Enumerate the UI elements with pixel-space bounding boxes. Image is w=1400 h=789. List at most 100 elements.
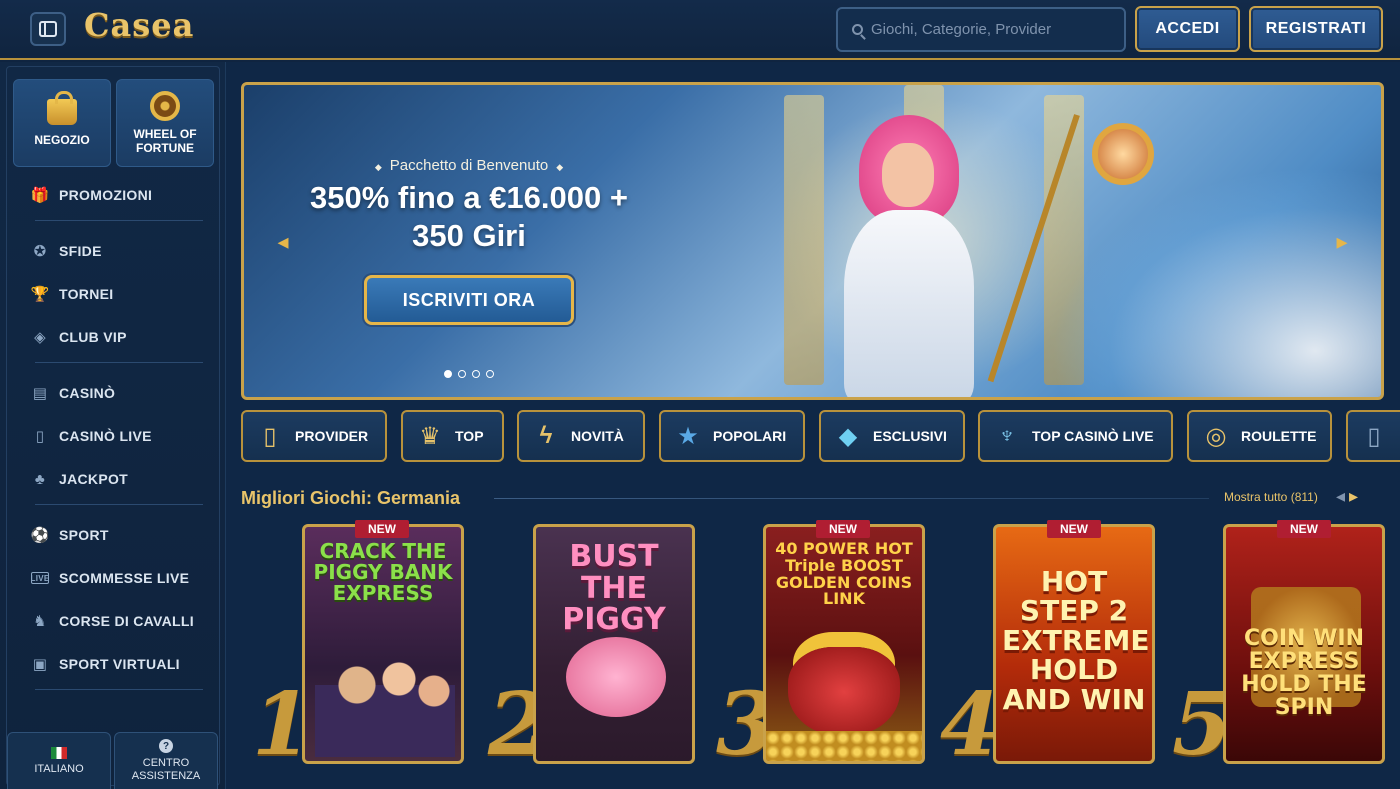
- banner-headline: 350% fino a €16.000 + 350 Giri: [310, 180, 628, 253]
- sidebar-item-label: SPORT: [59, 527, 109, 543]
- rank-number: 4: [940, 674, 1000, 775]
- pot-artwork: [788, 647, 900, 737]
- login-button[interactable]: ACCEDI: [1135, 6, 1240, 52]
- sidebar-item-casino[interactable]: ▤ CASINÒ: [31, 381, 115, 405]
- game-title: BUST THE PIGGY: [562, 539, 666, 637]
- piggy-artwork: [566, 637, 666, 717]
- search-icon: [852, 24, 863, 35]
- shopping-bag-icon: [47, 91, 77, 125]
- divider: [35, 689, 203, 690]
- sidebar-item-label: CLUB VIP: [59, 329, 127, 345]
- category-top-casino-live[interactable]: ♆ TOP CASINÒ LIVE: [978, 410, 1173, 462]
- category-label: TOP CASINÒ LIVE: [1032, 428, 1154, 444]
- pagination-dot[interactable]: [458, 370, 466, 378]
- next-arrow-icon[interactable]: ▸: [1349, 486, 1358, 507]
- sidebar-item-label: SFIDE: [59, 243, 102, 259]
- category-provider[interactable]: ▯ PROVIDER: [241, 410, 387, 462]
- slot-machine-icon: ▤: [32, 385, 48, 402]
- game-card[interactable]: HOT STEP 2 EXTREME HOLD AND WIN: [993, 524, 1155, 764]
- top-header: Casea ACCEDI REGISTRATI: [0, 0, 1400, 60]
- pagination-dot[interactable]: [472, 370, 480, 378]
- sidebar-item-sport-virtuali[interactable]: ▣ SPORT VIRTUALI: [31, 652, 180, 676]
- diamond-icon: ◈: [34, 329, 46, 346]
- ball-icon: ⚽: [30, 527, 50, 544]
- wheel-label: WHEEL OF FORTUNE: [133, 127, 197, 155]
- staff-orb: [1092, 123, 1154, 185]
- previous-arrow-icon[interactable]: ◂: [1336, 486, 1345, 507]
- game-card[interactable]: CRACK THE PIGGY BANK EXPRESS: [302, 524, 464, 764]
- divider: [35, 504, 203, 505]
- clover-icon: ♣: [34, 470, 46, 488]
- sidebar-item-sport[interactable]: ⚽ SPORT: [31, 523, 109, 547]
- sidebar-item-club-vip[interactable]: ◈ CLUB VIP: [31, 325, 127, 349]
- category-novita[interactable]: ϟ NOVITÀ: [517, 410, 645, 462]
- star-icon: ★: [677, 422, 699, 450]
- shop-label: NEGOZIO: [34, 133, 90, 147]
- search-input[interactable]: [871, 21, 1111, 38]
- sidebar-panel: NEGOZIO WHEEL OF FORTUNE 🎁 PROMOZIONI ✪ …: [6, 66, 220, 786]
- trophy-icon: 🏆: [30, 286, 50, 303]
- sidebar-item-corse-di-cavalli[interactable]: ♞ CORSE DI CAVALLI: [31, 609, 194, 633]
- banner-next-arrow-icon[interactable]: ▸: [1327, 229, 1357, 254]
- wheel-of-fortune-tile[interactable]: WHEEL OF FORTUNE: [116, 79, 214, 167]
- divider: [35, 220, 203, 221]
- game-card[interactable]: BUST THE PIGGY: [533, 524, 695, 764]
- show-all-link[interactable]: Mostra tutto (811): [1224, 490, 1318, 504]
- sidebar-item-casino-live[interactable]: ▯ CASINÒ LIVE: [31, 424, 152, 448]
- sidebar-item-label: TORNEI: [59, 286, 114, 302]
- new-badge: NEW: [1277, 520, 1331, 538]
- category-label: ESCLUSIVI: [873, 428, 947, 444]
- sidebar-item-promozioni[interactable]: 🎁 PROMOZIONI: [31, 183, 152, 207]
- sidebar-toggle-button[interactable]: [30, 12, 66, 46]
- category-label: ROULETTE: [1241, 428, 1317, 444]
- pagination-dot[interactable]: [444, 370, 452, 378]
- section-title: Migliori Giochi: Germania: [241, 488, 461, 508]
- wheel-icon: [150, 91, 180, 121]
- section-divider: [494, 498, 1209, 499]
- gift-icon: 🎁: [30, 187, 50, 204]
- sidebar-item-sfide[interactable]: ✪ SFIDE: [31, 239, 102, 263]
- category-label: TOP: [455, 428, 484, 444]
- category-more[interactable]: ▯: [1346, 410, 1400, 462]
- sidebar-item-label: CORSE DI CAVALLI: [59, 613, 194, 629]
- signup-now-button[interactable]: ISCRIVITI ORA: [364, 275, 574, 325]
- language-label: ITALIANO: [34, 762, 84, 775]
- section-navigation: ◂ ▸: [1336, 486, 1358, 507]
- category-top[interactable]: ♛ TOP: [401, 410, 504, 462]
- crown-icon: ♛: [419, 422, 441, 450]
- category-popolari[interactable]: ★ POPOLARI: [659, 410, 805, 462]
- game-card[interactable]: COIN WIN EXPRESS HOLD THE SPIN: [1223, 524, 1385, 764]
- casea-logo[interactable]: Casea: [84, 6, 194, 44]
- sidebar-item-label: JACKPOT: [59, 471, 128, 487]
- category-roulette[interactable]: ◎ ROULETTE: [1187, 410, 1332, 462]
- category-label: POPOLARI: [713, 428, 787, 444]
- promo-banner[interactable]: Pacchetto di Benvenuto 350% fino a €16.0…: [241, 82, 1384, 400]
- pagination-dot[interactable]: [486, 370, 494, 378]
- gem-icon: ◆: [838, 422, 858, 450]
- sidebar-item-scommesse-live[interactable]: LIVE SCOMMESSE LIVE: [31, 566, 189, 590]
- game-card[interactable]: 40 POWER HOT Triple BOOST GOLDEN COINS L…: [763, 524, 925, 764]
- roulette-icon: ◎: [1205, 422, 1227, 450]
- sidebar-item-jackpot[interactable]: ♣ JACKPOT: [31, 467, 128, 491]
- category-label: PROVIDER: [295, 428, 369, 444]
- banner-pagination: [444, 370, 494, 378]
- new-badge: NEW: [355, 520, 409, 538]
- help-center-label: CENTRO ASSISTENZA: [131, 757, 201, 782]
- shop-tile[interactable]: NEGOZIO: [13, 79, 111, 167]
- sidebar-item-label: CASINÒ LIVE: [59, 428, 152, 444]
- language-selector[interactable]: ITALIANO: [7, 732, 111, 789]
- category-esclusivi[interactable]: ◆ ESCLUSIVI: [819, 410, 965, 462]
- new-badge: NEW: [1047, 520, 1101, 538]
- help-center-button[interactable]: ? CENTRO ASSISTENZA: [114, 732, 218, 789]
- register-button[interactable]: REGISTRATI: [1249, 6, 1383, 52]
- sidebar: NEGOZIO WHEEL OF FORTUNE 🎁 PROMOZIONI ✪ …: [0, 62, 226, 789]
- coins-artwork: [766, 731, 922, 761]
- goddess-illustration: [804, 115, 1014, 397]
- sidebar-item-tornei[interactable]: 🏆 TORNEI: [30, 282, 114, 306]
- banner-prev-arrow-icon[interactable]: ◂: [268, 229, 298, 254]
- sidebar-item-label: PROMOZIONI: [59, 187, 153, 203]
- sidebar-item-label: SPORT VIRTUALI: [59, 656, 180, 672]
- search-box[interactable]: [836, 7, 1126, 52]
- card-icon: ▯: [263, 422, 277, 450]
- torch-icon: ♆: [998, 422, 1016, 449]
